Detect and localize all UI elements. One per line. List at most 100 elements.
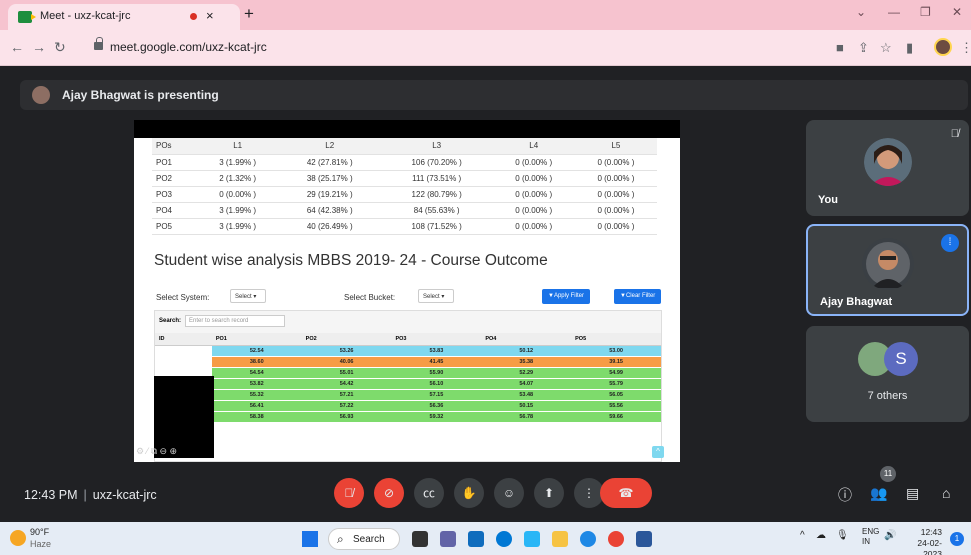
po-table-cell: 0 (0.00% ) [492,170,575,187]
student-table-row[interactable]: 54.54 55.01 55.90 52.29 54.99 [155,366,661,378]
speaking-indicator-icon: ⁞ [941,234,959,252]
student-score-cell: 57.22 [301,399,392,411]
select-system-dropdown[interactable]: Select ▾ [230,289,266,303]
student-table-header[interactable]: PO2 [301,333,392,346]
po-attainment-table: POs L1 L2 L3 L4 L5 PO1 3 (1.99% ) 42 (27.81% ) 1… [152,138,657,235]
student-score-cell: 53.00 [571,344,661,356]
student-score-cell: 40.06 [301,355,392,367]
reload-icon[interactable]: ↻ [54,39,66,56]
weather-temperature: 90°F [30,527,50,537]
mail-icon[interactable] [468,531,484,547]
student-score-cell: 56.36 [391,399,482,411]
system-clock[interactable]: 12:43 24-02-2023 [900,527,942,555]
sidebar-icon[interactable]: ▮ [906,40,913,56]
presenter-controls[interactable]: ⚙ ⁄ ⧉ ⊖ ⊕ [136,446,212,460]
weather-icon[interactable] [10,530,26,546]
camera-indicator-icon[interactable]: ■ [836,40,844,55]
store-icon[interactable] [524,531,540,547]
microphone-tray-icon[interactable]: 🎙 [836,530,849,541]
taskbar-search[interactable]: Search [328,528,400,550]
onedrive-icon[interactable]: ☁ [816,530,826,541]
star-icon[interactable]: ☆ [880,40,892,56]
student-score-cell: 50.15 [481,399,572,411]
student-score-cell: 41.45 [391,355,482,367]
student-score-cell: 54.54 [211,366,302,378]
apply-filter-button[interactable]: ▼Apply Filter [542,289,590,304]
camera-toggle-button[interactable]: ⊘ [374,478,404,508]
student-table-row[interactable]: 56.41 57.22 56.36 50.15 55.56 [155,399,661,411]
meeting-details: 12:43 PM | uxz-kcat-jrc [24,488,157,502]
restore-button[interactable]: ❐ [920,5,931,19]
ajay-avatar [862,238,914,290]
network-volume-battery-icon[interactable]: 🔊 [884,530,896,541]
student-table-header[interactable]: PO3 [391,333,482,346]
student-table-row[interactable]: 55.32 57.21 57.15 53.48 56.05 [155,388,661,400]
tile-you[interactable]: 🎙̸ You [806,120,969,216]
presenting-label: Ajay Bhagwat is presenting [62,88,219,102]
po-table-cell: 2 (1.32% ) [196,170,279,187]
student-table-row[interactable]: 38.60 40.06 41.45 35.38 39.15 [155,355,661,367]
task-view-icon[interactable] [412,531,428,547]
po-table-row: PO2 2 (1.32% ) 38 (25.17% ) 111 (73.51% ) 0 … [152,170,657,187]
search-row: Search: Enter to search record [155,311,661,333]
notification-badge[interactable]: 1 [950,532,964,546]
presenting-bar: Ajay Bhagwat is presenting [20,80,968,110]
search-input[interactable]: Enter to search record [185,315,285,327]
po-table-cell: PO3 [152,186,197,203]
po-table-cell: 0 (0.00% ) [574,202,657,219]
tile-ajay-bhagwat[interactable]: ⁞ Ajay Bhagwat [806,224,969,316]
end-call-button[interactable]: ☎ [600,478,652,508]
scroll-up-button[interactable]: ^ [652,446,664,458]
student-table-header[interactable]: PO4 [481,333,572,346]
student-score-cell: 38.60 [211,355,302,367]
student-table-row[interactable]: 52.54 53.26 53.83 50.12 53.00 [155,344,661,356]
student-table-row[interactable]: 58.38 56.93 59.32 56.78 59.66 [155,410,661,422]
activities-icon[interactable]: ⌂ [942,485,950,501]
po-table-cell: 84 (55.63% ) [380,202,493,219]
language-indicator[interactable]: ENG IN [862,527,879,547]
new-tab-button[interactable]: + [244,4,254,24]
student-table-header[interactable]: PO5 [571,333,661,346]
browser-tab[interactable]: Meet - uxz-kcat-jrc × [8,4,240,30]
minimize-button[interactable]: — [888,5,900,19]
close-tab-button[interactable]: × [206,8,214,23]
student-score-cell: 59.32 [391,410,482,422]
captions-button[interactable]: ㏄ [414,478,444,508]
meeting-code: uxz-kcat-jrc [92,488,157,502]
student-table-header[interactable]: ID [155,333,212,346]
teams-icon[interactable] [440,531,456,547]
share-icon[interactable]: ⇪ [858,40,869,56]
student-score-cell: 56.41 [211,399,302,411]
student-table-row[interactable]: 53.82 54.42 56.10 54.07 55.79 [155,377,661,389]
meeting-time: 12:43 PM [24,488,78,502]
student-table-header[interactable]: PO1 [211,333,302,346]
presenter-avatar [32,86,50,104]
tile-others[interactable]: S 7 others [806,326,969,422]
close-window-button[interactable]: ✕ [952,5,962,19]
profile-icon[interactable] [934,38,952,56]
po-table-cell: 108 (71.52% ) [380,218,493,235]
meeting-info-icon[interactable]: ⓘ [838,485,852,505]
tab-search-icon[interactable]: ⌄ [856,5,866,19]
show-hidden-icons[interactable]: ^ [800,530,805,541]
omnibox[interactable]: meet.google.com/uxz-kcat-jrc [86,35,806,61]
edge-dev-icon[interactable] [580,531,596,547]
start-button[interactable] [302,531,318,547]
present-button[interactable]: ⬆ [534,478,564,508]
mic-toggle-button[interactable]: 🎙̸ [334,478,364,508]
menu-icon[interactable]: ⋮ [960,40,971,56]
word-icon[interactable] [636,531,652,547]
url-text[interactable]: meet.google.com/uxz-kcat-jrc [110,40,267,54]
back-icon[interactable]: ← [10,39,24,55]
file-explorer-icon[interactable] [552,531,568,547]
raise-hand-button[interactable]: ✋ [454,478,484,508]
forward-icon[interactable]: → [32,39,46,55]
emoji-button[interactable]: ☺ [494,478,524,508]
chat-icon[interactable]: ▤ [906,485,919,502]
clear-filter-button[interactable]: ▼Clear Filter [614,289,662,304]
people-icon[interactable]: 👥 [870,485,887,502]
select-bucket-dropdown[interactable]: Select ▾ [418,289,454,303]
edge-icon[interactable] [496,531,512,547]
chrome-icon[interactable] [608,531,624,547]
student-score-cell: 55.01 [301,366,392,378]
